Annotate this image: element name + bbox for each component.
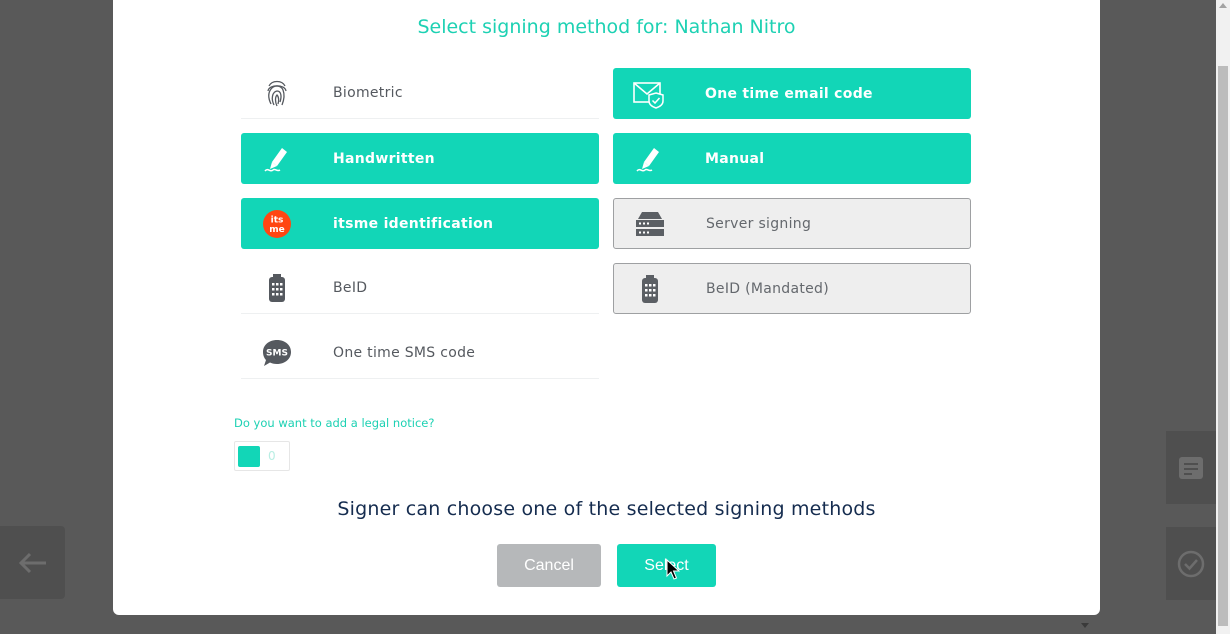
arrow-left-icon	[18, 552, 46, 573]
email-check-icon	[613, 68, 685, 119]
svg-text:SMS: SMS	[266, 349, 288, 359]
method-label: Manual	[705, 150, 765, 167]
back-button[interactable]	[0, 526, 65, 599]
card-reader-icon	[614, 264, 686, 313]
pen-signature-icon	[613, 133, 685, 184]
method-label: Server signing	[706, 215, 812, 232]
method-email-code[interactable]: One time email code	[613, 68, 971, 119]
method-label: BeID (Mandated)	[706, 280, 829, 297]
method-beid[interactable]: BeID	[241, 263, 599, 314]
svg-text:its: its	[271, 215, 284, 225]
dialog-title: Select signing method for: Nathan Nitro	[417, 16, 796, 38]
server-icon	[614, 199, 686, 248]
legal-notice-count: 0	[268, 449, 276, 463]
method-label: One time SMS code	[333, 345, 476, 361]
card-reader-icon	[241, 263, 313, 313]
toggle-knob[interactable]	[238, 446, 260, 467]
method-label: itsme identification	[333, 215, 494, 232]
method-server-signing[interactable]: Server signing	[613, 198, 971, 249]
method-label: Handwritten	[333, 150, 435, 167]
method-itsme[interactable]: its me itsme identification	[241, 198, 599, 249]
note-icon	[1179, 456, 1203, 479]
scroll-down-arrow-icon[interactable]	[1081, 623, 1089, 628]
method-biometric[interactable]: Biometric	[241, 68, 599, 119]
method-label: Biometric	[333, 85, 403, 101]
scrollbar-thumb[interactable]	[1218, 66, 1228, 626]
legal-notice-question: Do you want to add a legal notice?	[234, 416, 435, 430]
legal-notice-toggle[interactable]: 0	[234, 441, 290, 471]
fingerprint-icon	[241, 68, 313, 118]
notes-side-button[interactable]	[1166, 431, 1216, 504]
confirm-side-button[interactable]	[1166, 527, 1216, 600]
method-manual[interactable]: Manual	[613, 133, 971, 184]
signing-method-dialog: Select signing method for: Nathan Nitro …	[113, 0, 1100, 615]
itsme-logo-icon: its me	[241, 198, 313, 249]
method-sms[interactable]: SMS One time SMS code	[241, 328, 599, 379]
mouse-cursor-icon	[666, 559, 680, 580]
pen-signature-icon	[241, 133, 313, 184]
sms-bubble-icon: SMS	[241, 328, 313, 378]
selection-note: Signer can choose one of the selected si…	[337, 498, 876, 520]
method-label: BeID	[333, 280, 368, 296]
cancel-button[interactable]: Cancel	[497, 544, 601, 587]
method-label: One time email code	[705, 85, 873, 102]
check-circle-icon	[1177, 550, 1205, 577]
method-handwritten[interactable]: Handwritten	[241, 133, 599, 184]
method-beid-mandated[interactable]: BeID (Mandated)	[613, 263, 971, 314]
page-scrollbar[interactable]	[1216, 0, 1230, 634]
svg-text:me: me	[269, 225, 284, 235]
scroll-up-arrow-icon[interactable]	[1219, 3, 1227, 8]
